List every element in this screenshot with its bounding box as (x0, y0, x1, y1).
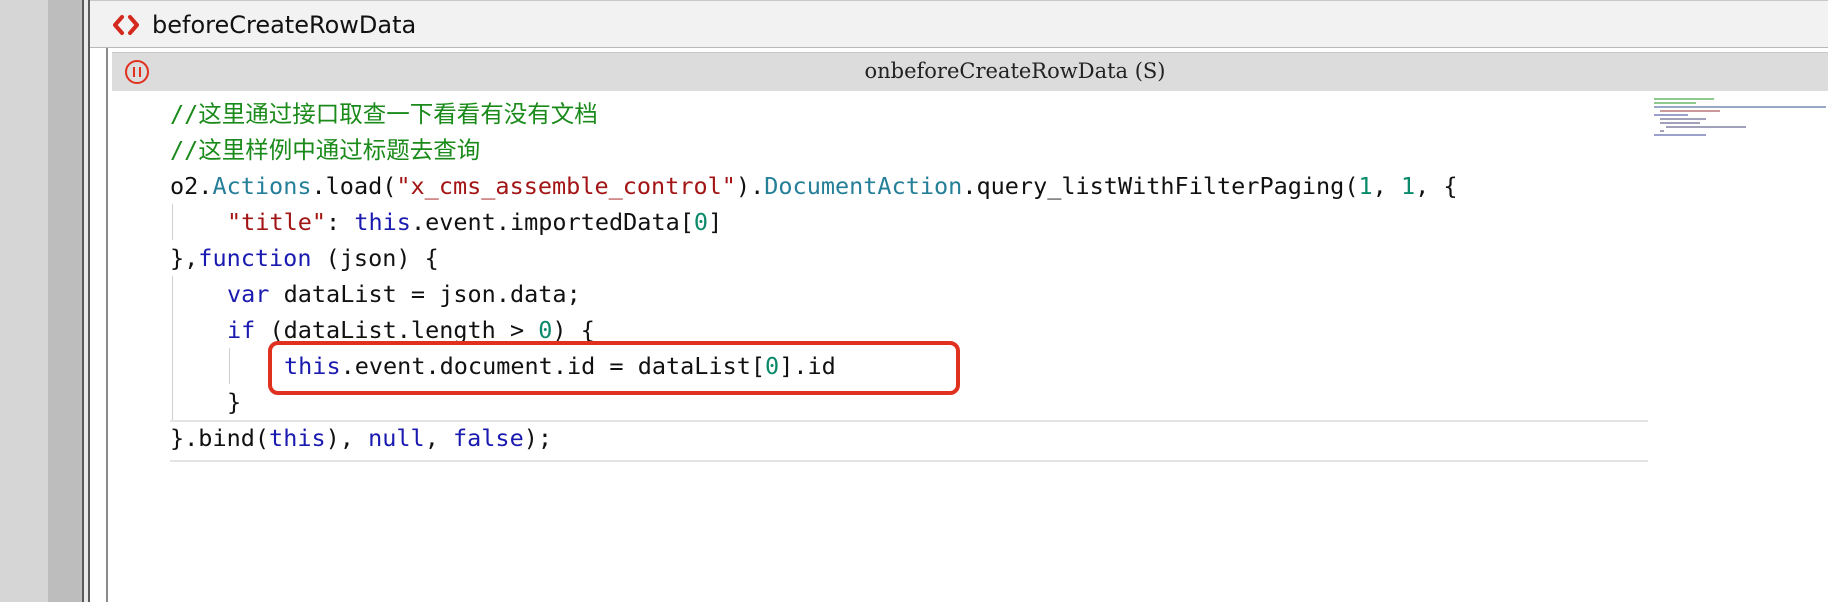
code-number: 1 (1358, 172, 1373, 200)
left-panel (0, 0, 48, 602)
code-token: }.bind( (170, 424, 270, 452)
code-token: : (326, 208, 355, 236)
indent-guide (172, 204, 173, 240)
indent-guide (172, 276, 173, 420)
code-string: "title" (227, 208, 327, 236)
current-line-highlight (170, 460, 1648, 462)
code-keyword: this (269, 424, 326, 452)
code-token: ] (708, 208, 723, 236)
code-line: } (227, 384, 241, 420)
code-line: //这里通过接口取查一下看看有没有文档 (170, 96, 598, 132)
code-comment: //这里通过接口取查一下看看有没有文档 (170, 100, 598, 128)
code-string: "x_cms_assemble_control" (396, 172, 736, 200)
code-token: .load( (311, 172, 397, 200)
code-brackets-icon (113, 15, 139, 35)
editor-title: onbeforeCreateRowData (S) (864, 59, 1166, 83)
indent-guide (229, 348, 230, 384)
code-line: //这里样例中通过标题去查询 (170, 132, 480, 168)
script-title-bar[interactable]: beforeCreateRowData (90, 0, 1828, 48)
code-keyword: null (368, 424, 425, 452)
code-token: }, (170, 244, 199, 272)
code-keyword: false (452, 424, 524, 452)
editor-border (106, 46, 108, 602)
code-token: ), (325, 424, 369, 452)
code-token: .event.importedData[ (410, 208, 694, 236)
code-token: .query_listWithFilterPaging( (962, 172, 1359, 200)
code-token: o2. (170, 172, 213, 200)
code-token: ) { (552, 316, 595, 344)
code-token: (json) { (311, 244, 439, 272)
code-keyword: if (227, 316, 256, 344)
code-token: DocumentAction (764, 172, 963, 200)
code-minimap[interactable] (1652, 96, 1828, 140)
code-comment: //这里样例中通过标题去查询 (170, 136, 481, 164)
panel-divider-inner (88, 0, 90, 602)
code-keyword: this (354, 208, 411, 236)
code-line: },function (json) { (170, 240, 439, 276)
code-number: 0 (693, 208, 709, 236)
code-line: "title": this.event.importedData[0] (227, 204, 722, 240)
code-token: ). (735, 172, 765, 200)
code-line: o2.Actions.load("x_cms_assemble_control"… (170, 168, 1458, 204)
code-token: dataList = json.data; (269, 280, 581, 308)
code-line: var dataList = json.data; (227, 276, 581, 312)
code-token: Actions (212, 172, 312, 200)
code-keyword: var (227, 280, 270, 308)
code-token: , { (1415, 172, 1458, 200)
scrollbar-track[interactable] (48, 0, 82, 602)
script-title: beforeCreateRowData (152, 11, 417, 39)
code-line: }.bind(this), null, false); (170, 420, 552, 456)
code-token: ); (523, 424, 553, 452)
code-token: , (1372, 172, 1401, 200)
code-number: 0 (538, 316, 553, 344)
code-number: 1 (1400, 172, 1416, 200)
annotation-highlight-box (268, 341, 960, 395)
code-token: , (424, 424, 453, 452)
code-token: (dataList.length > (255, 316, 539, 344)
code-keyword: function (198, 244, 312, 272)
editor-header: onbeforeCreateRowData (S) (112, 52, 1828, 91)
code-token: } (227, 388, 242, 416)
